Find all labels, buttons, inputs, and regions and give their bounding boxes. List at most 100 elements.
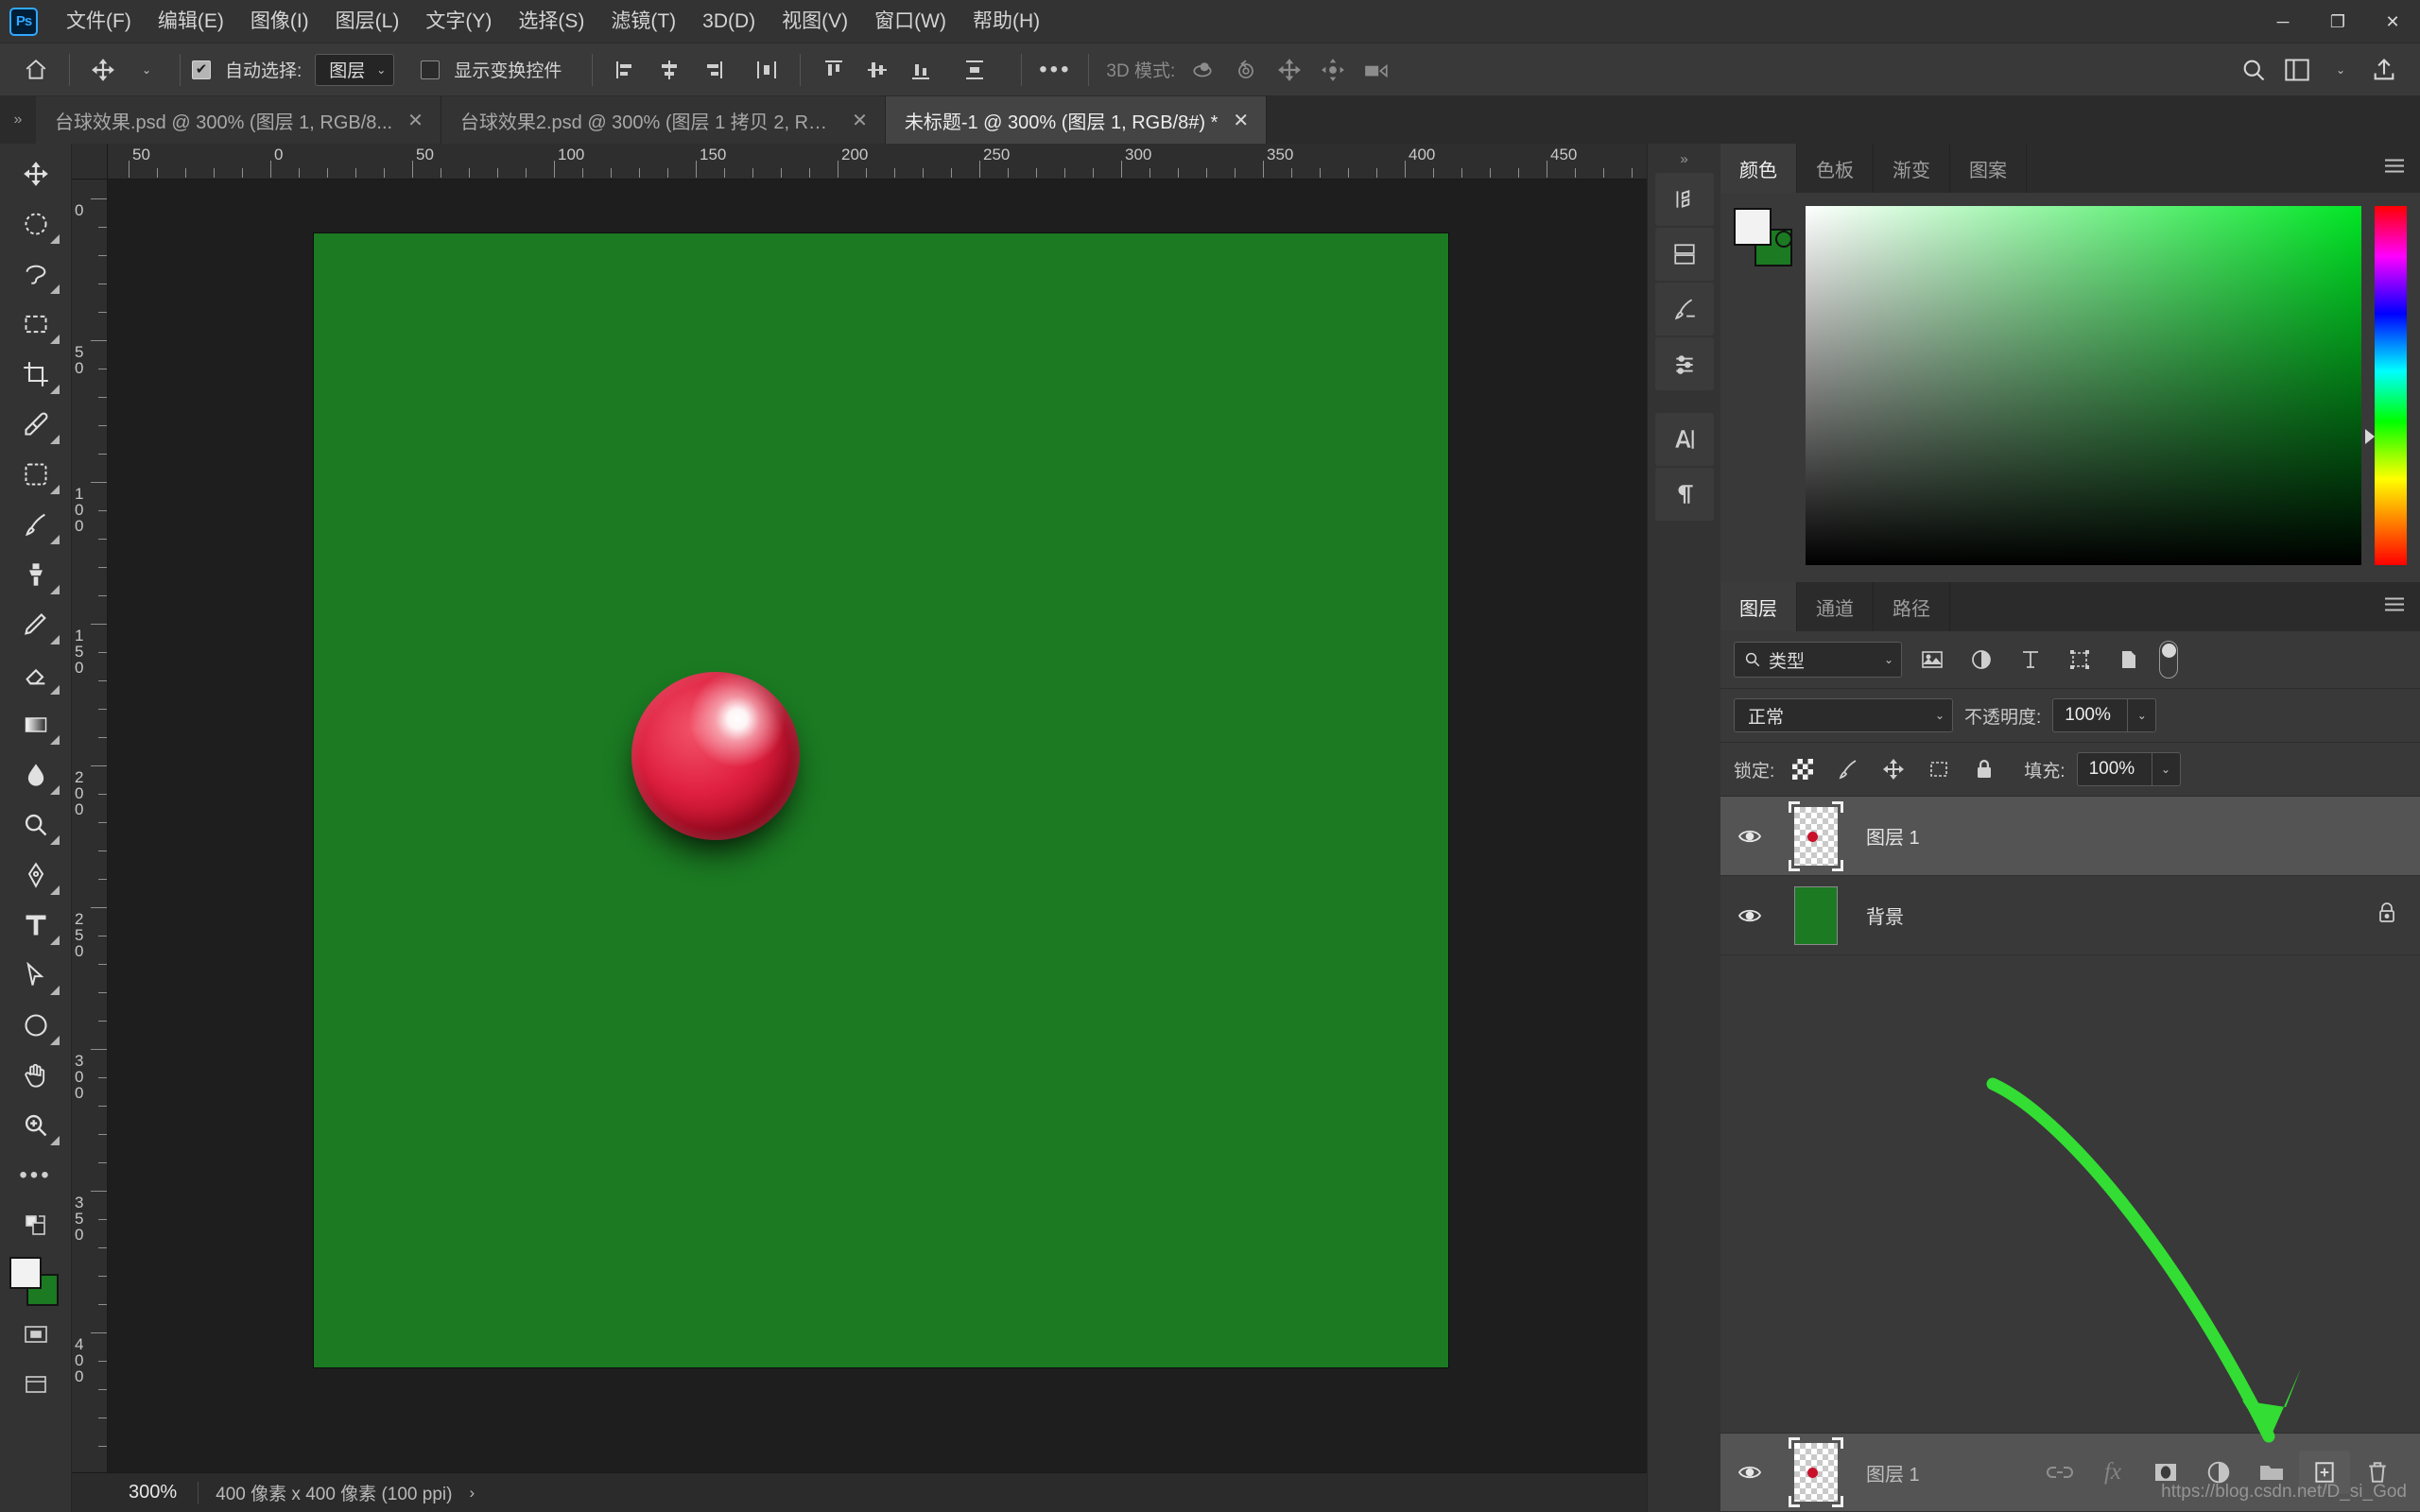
menu-help[interactable]: 帮助(H) [959, 0, 1053, 43]
tool-ellipse[interactable] [8, 1001, 64, 1050]
layer-name[interactable]: 背景 [1853, 902, 2377, 929]
tab-swatches[interactable]: 色板 [1797, 144, 1874, 193]
auto-select-scope-dropdown[interactable]: 图层 ⌄ [315, 53, 395, 86]
menu-image[interactable]: 图像(I) [237, 0, 322, 43]
more-options-button[interactable]: ••• [1036, 51, 1074, 89]
opacity-input[interactable]: 100% ⌄ [2052, 698, 2157, 732]
tool-object-selection[interactable] [8, 300, 64, 349]
filter-smartobject-icon[interactable] [2110, 641, 2148, 679]
menu-type[interactable]: 文字(Y) [412, 0, 505, 43]
filter-enable-toggle[interactable] [2159, 641, 2178, 679]
lock-artboard-icon[interactable] [1922, 752, 1956, 786]
minimize-button[interactable]: ─ [2256, 0, 2310, 43]
tool-elliptical-marquee[interactable] [8, 199, 64, 249]
align-vertical-centers-icon[interactable] [858, 51, 896, 89]
status-expand-icon[interactable]: › [469, 1484, 475, 1503]
character-icon[interactable] [1654, 413, 1714, 466]
layer-comps-icon[interactable] [1654, 228, 1714, 281]
hue-slider[interactable] [2365, 206, 2407, 565]
3d-camera-icon[interactable] [1357, 51, 1395, 89]
distribute-horizontal-icon[interactable] [748, 51, 786, 89]
menu-select[interactable]: 选择(S) [505, 0, 597, 43]
tool-path-selection[interactable] [8, 951, 64, 1000]
align-bottom-edges-icon[interactable] [902, 51, 940, 89]
lock-position-icon[interactable] [1876, 752, 1910, 786]
tool-pen[interactable] [8, 850, 64, 900]
search-icon[interactable] [2235, 51, 2273, 89]
lock-image-pixels-icon[interactable] [1831, 752, 1865, 786]
tool-zoom[interactable] [8, 1101, 64, 1150]
tool-clone-stamp[interactable] [8, 550, 64, 599]
zoom-level[interactable]: 300% [108, 1482, 198, 1503]
layer-visibility-toggle[interactable] [1720, 1463, 1779, 1482]
workspace-switcher-icon[interactable] [2278, 51, 2316, 89]
layer-name[interactable]: 图层 1 [1853, 1459, 2034, 1486]
align-right-edges-icon[interactable] [694, 51, 732, 89]
color-field[interactable] [1806, 206, 2361, 565]
menu-edit[interactable]: 编辑(E) [145, 0, 237, 43]
tool-brush[interactable] [8, 500, 64, 549]
close-icon[interactable]: ✕ [407, 109, 424, 132]
layer-style-button[interactable]: fx [2087, 1451, 2138, 1494]
menu-file[interactable]: 文件(F) [53, 0, 145, 43]
close-icon[interactable]: ✕ [852, 109, 868, 132]
auto-select-checkbox[interactable] [192, 60, 211, 79]
tool-spot-healing-brush[interactable] [8, 450, 64, 499]
distribute-vertical-icon[interactable] [956, 51, 994, 89]
tool-default-colors-icon[interactable] [8, 1201, 64, 1250]
panel-menu-icon[interactable] [2382, 157, 2407, 180]
layer-name[interactable]: 图层 1 [1853, 822, 2420, 850]
document-tab-3[interactable]: 未标题-1 @ 300% (图层 1, RGB/8#) * ✕ [885, 96, 1268, 144]
lock-transparent-pixels-icon[interactable] [1786, 752, 1820, 786]
menu-3d[interactable]: 3D(D) [689, 0, 769, 43]
link-layers-button[interactable] [2034, 1451, 2085, 1494]
tool-eraser[interactable] [8, 650, 64, 699]
align-horizontal-centers-icon[interactable] [650, 51, 688, 89]
layer-thumbnail[interactable] [1779, 885, 1853, 945]
rail-collapse-icon[interactable]: » [1680, 151, 1687, 167]
filter-type-icon[interactable] [2012, 641, 2049, 679]
color-panel-swatches[interactable] [1734, 208, 1792, 266]
tool-move[interactable] [8, 149, 64, 198]
tool-dodge[interactable] [8, 800, 64, 850]
menu-filter[interactable]: 滤镜(T) [597, 0, 689, 43]
close-button[interactable]: ✕ [2365, 0, 2420, 43]
history-icon[interactable] [1654, 173, 1714, 226]
layers-list[interactable]: 图层 1 背景 [1720, 797, 2420, 1433]
filter-shape-icon[interactable] [2061, 641, 2099, 679]
3d-roll-icon[interactable] [1227, 51, 1265, 89]
tool-crop[interactable] [8, 350, 64, 399]
tab-patterns[interactable]: 图案 [1950, 144, 2027, 193]
layer-thumbnail[interactable] [1779, 1437, 1853, 1507]
fill-input[interactable]: 100% ⌄ [2076, 752, 2181, 786]
layer-thumbnail[interactable] [1779, 800, 1853, 871]
menu-window[interactable]: 窗口(W) [861, 0, 959, 43]
quick-mask-icon[interactable] [8, 1310, 64, 1359]
screen-mode-icon[interactable] [8, 1360, 64, 1409]
menu-layer[interactable]: 图层(L) [322, 0, 413, 43]
tool-blur[interactable] [8, 750, 64, 799]
canvas[interactable] [108, 180, 1647, 1472]
chevron-down-icon[interactable]: ⌄ [2322, 51, 2360, 89]
tool-history-brush[interactable] [8, 600, 64, 649]
tool-gradient[interactable] [8, 700, 64, 749]
filter-adjustment-icon[interactable] [1962, 641, 2000, 679]
share-icon[interactable] [2365, 51, 2403, 89]
layer-row[interactable]: 图层 1 [1720, 797, 2420, 876]
panel-menu-icon[interactable] [2382, 595, 2407, 619]
tab-gradients[interactable]: 渐变 [1874, 144, 1950, 193]
align-top-edges-icon[interactable] [815, 51, 853, 89]
tab-paths[interactable]: 路径 [1874, 582, 1950, 631]
3d-slide-icon[interactable] [1314, 51, 1352, 89]
vertical-ruler[interactable]: 0 50 100 150 200 250 300 350 400 [72, 180, 108, 1472]
paragraph-icon[interactable] [1654, 468, 1714, 521]
close-icon[interactable]: ✕ [1233, 109, 1249, 132]
3d-rotate-icon[interactable] [1184, 51, 1221, 89]
home-icon[interactable] [17, 51, 55, 89]
document-tab-1[interactable]: 台球效果.psd @ 300% (图层 1, RGB/8... ✕ [36, 96, 441, 144]
foreground-color-swatch[interactable] [9, 1257, 42, 1289]
maximize-button[interactable]: ❐ [2310, 0, 2365, 43]
billiard-ball-graphic[interactable] [616, 668, 815, 867]
tabbar-collapse-icon[interactable]: » [0, 96, 36, 144]
chevron-down-icon[interactable]: ⌄ [2151, 753, 2180, 785]
